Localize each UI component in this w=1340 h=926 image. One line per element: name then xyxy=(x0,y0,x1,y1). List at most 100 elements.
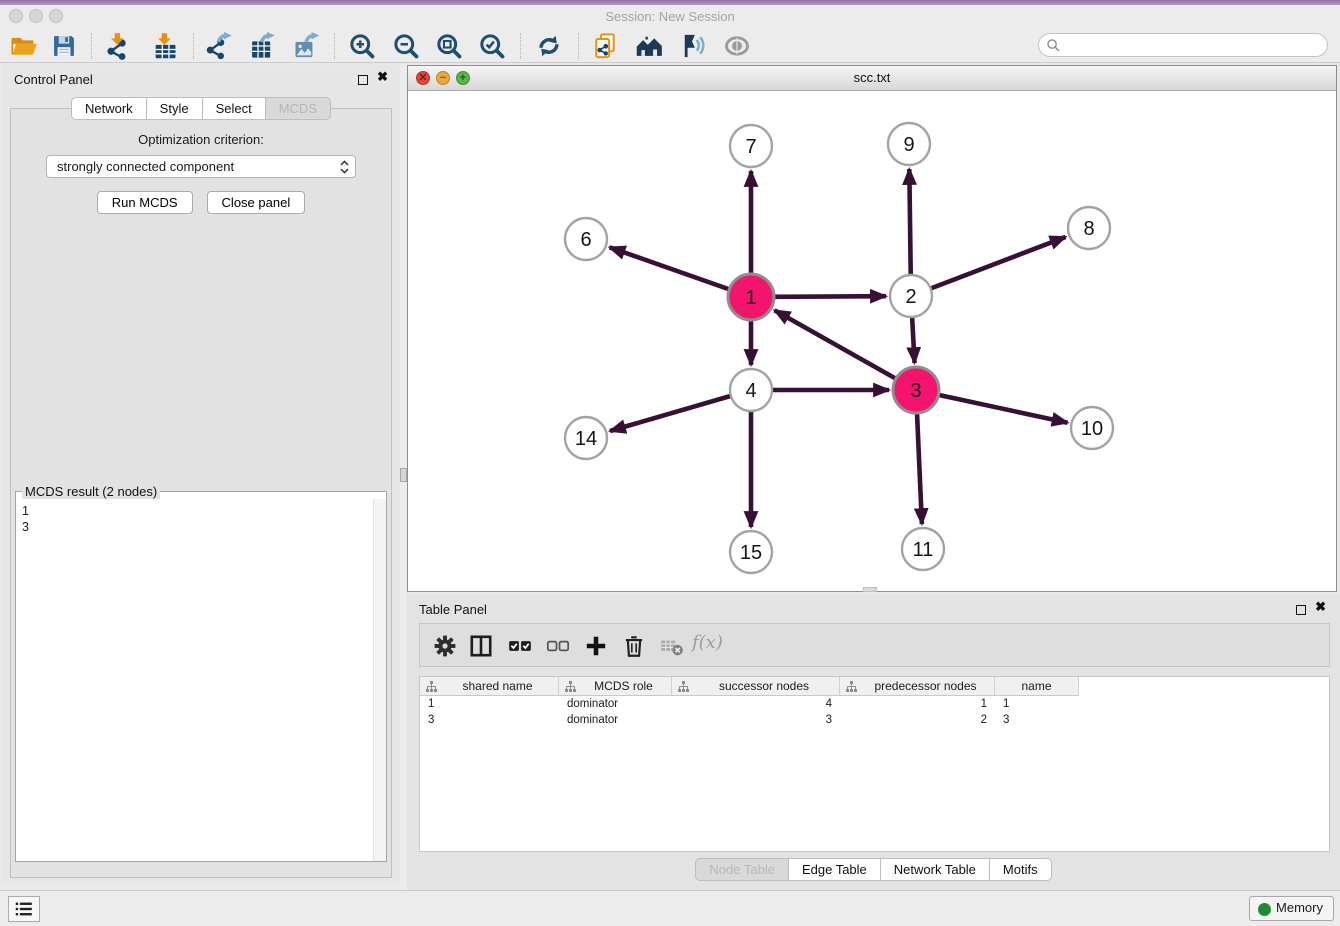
table-toolbar: f(x) xyxy=(419,623,1330,667)
app-titlebar: Session: New Session xyxy=(0,5,1340,28)
table-cell[interactable]: 1 xyxy=(420,696,559,712)
table-cell[interactable]: dominator xyxy=(559,696,672,712)
control-panel-tabs: NetworkStyleSelectMCDS xyxy=(2,97,400,120)
graph-node-9[interactable]: 9 xyxy=(888,123,930,165)
add-column-icon[interactable] xyxy=(583,633,609,659)
tab-select[interactable]: Select xyxy=(202,97,266,120)
result-scrollbar[interactable] xyxy=(373,499,386,861)
clone-network-icon[interactable] xyxy=(591,32,619,60)
table-row[interactable]: 3dominator323 xyxy=(420,712,1329,728)
table-row[interactable]: 1dominator411 xyxy=(420,696,1329,712)
graph-edge-3-10 xyxy=(938,395,1067,423)
graph-node-2[interactable]: 2 xyxy=(890,275,932,317)
table-cell[interactable]: 1 xyxy=(995,696,1079,712)
mcds-result-text[interactable]: 13 xyxy=(16,501,372,861)
svg-text:10: 10 xyxy=(1081,418,1103,440)
toolbar-separator xyxy=(193,33,194,59)
float-panel-icon[interactable] xyxy=(358,72,368,90)
tab-motifs[interactable]: Motifs xyxy=(989,858,1052,881)
graph-edge-2-8 xyxy=(931,237,1066,289)
graph-node-4[interactable]: 4 xyxy=(730,369,772,411)
table-cell[interactable]: 4 xyxy=(672,696,840,712)
column-header-name[interactable]: name xyxy=(995,677,1079,696)
show-hide-style-icon[interactable] xyxy=(678,32,706,60)
select-all-rows-icon[interactable] xyxy=(507,633,533,659)
tab-style[interactable]: Style xyxy=(146,97,203,120)
tab-node-table[interactable]: Node Table xyxy=(695,858,789,881)
splitter-grip[interactable] xyxy=(400,468,407,482)
toolbar-separator xyxy=(578,33,579,59)
search-icon xyxy=(1046,38,1061,53)
svg-text:8: 8 xyxy=(1083,218,1094,240)
delete-columns-icon[interactable] xyxy=(621,633,647,659)
table-panel-title: Table Panel xyxy=(419,602,487,617)
optimization-criterion-label: Optimization criterion: xyxy=(11,132,391,147)
open-session-icon[interactable] xyxy=(10,32,38,60)
list-icon xyxy=(13,898,35,920)
export-table-icon[interactable] xyxy=(248,32,276,60)
graph-node-11[interactable]: 11 xyxy=(902,528,944,570)
node-table: shared nameMCDS rolesuccessor nodesprede… xyxy=(419,676,1330,852)
svg-text:14: 14 xyxy=(575,428,597,450)
tab-network-table[interactable]: Network Table xyxy=(880,858,990,881)
graph-node-14[interactable]: 14 xyxy=(565,417,607,459)
tab-mcds[interactable]: MCDS xyxy=(265,97,331,120)
deselect-all-rows-icon[interactable] xyxy=(545,633,571,659)
table-cell[interactable]: 2 xyxy=(840,712,995,728)
close-panel-icon[interactable]: ✖ xyxy=(377,72,388,82)
column-header-MCDS-role[interactable]: MCDS role xyxy=(559,677,672,696)
export-image-icon[interactable] xyxy=(292,32,320,60)
run-mcds-button[interactable]: Run MCDS xyxy=(97,191,193,214)
toolbar-separator xyxy=(91,33,92,59)
function-builder-icon[interactable]: f(x) xyxy=(692,632,723,653)
float-table-panel-icon[interactable] xyxy=(1296,602,1306,620)
criterion-select[interactable]: strongly connected component xyxy=(46,155,356,178)
window-resize-grip[interactable] xyxy=(863,587,877,592)
graph-node-10[interactable]: 10 xyxy=(1071,407,1113,449)
table-mode-gear-icon[interactable] xyxy=(432,633,458,659)
table-cell[interactable]: 3 xyxy=(995,712,1079,728)
control-panel: Control Panel ✖ NetworkStyleSelectMCDS O… xyxy=(2,65,400,882)
save-session-icon[interactable] xyxy=(50,32,78,60)
column-header-successor-nodes[interactable]: successor nodes xyxy=(672,677,840,696)
svg-text:4: 4 xyxy=(745,380,756,402)
memory-button[interactable]: Memory xyxy=(1249,896,1334,921)
import-table-icon[interactable] xyxy=(151,32,179,60)
close-panel-button[interactable]: Close panel xyxy=(207,191,306,214)
column-header-predecessor-nodes[interactable]: predecessor nodes xyxy=(840,677,995,696)
table-cell[interactable]: 1 xyxy=(840,696,995,712)
tab-network[interactable]: Network xyxy=(71,97,147,120)
graph-edge-1-2 xyxy=(774,296,886,297)
network-window-titlebar[interactable]: ✕ − + scc.txt xyxy=(408,66,1336,91)
task-history-button[interactable] xyxy=(8,896,40,922)
graph-node-15[interactable]: 15 xyxy=(730,531,772,573)
zoom-fit-icon[interactable] xyxy=(435,32,463,60)
graph-node-3[interactable]: 3 xyxy=(893,367,939,413)
column-header-shared-name[interactable]: shared name xyxy=(420,677,559,696)
graph-node-6[interactable]: 6 xyxy=(565,218,607,260)
result-line: 1 xyxy=(22,503,366,519)
network-graph: 7 9 6 8 1 2 4 3 14 10 15 11 xyxy=(408,91,1336,591)
network-canvas[interactable]: 7 9 6 8 1 2 4 3 14 10 15 11 xyxy=(408,91,1336,591)
graph-node-1[interactable]: 1 xyxy=(728,274,774,320)
table-cell[interactable]: 3 xyxy=(420,712,559,728)
table-cell[interactable]: 3 xyxy=(672,712,840,728)
graph-node-8[interactable]: 8 xyxy=(1068,207,1110,249)
export-network-icon[interactable] xyxy=(205,32,233,60)
search-input[interactable] xyxy=(1065,35,1319,55)
close-table-panel-icon[interactable]: ✖ xyxy=(1315,602,1326,612)
tab-edge-table[interactable]: Edge Table xyxy=(788,858,881,881)
table-cell[interactable]: dominator xyxy=(559,712,672,728)
mcds-result-title: MCDS result (2 nodes) xyxy=(22,484,160,499)
import-network-icon[interactable] xyxy=(104,32,132,60)
zoom-out-icon[interactable] xyxy=(392,32,420,60)
graph-node-7[interactable]: 7 xyxy=(730,125,772,167)
show-hide-graphics-details-icon[interactable] xyxy=(723,32,751,60)
delete-table-icon[interactable] xyxy=(659,633,685,659)
first-neighbors-icon[interactable] xyxy=(635,32,663,60)
zoom-selected-icon[interactable] xyxy=(478,32,506,60)
zoom-in-icon[interactable] xyxy=(348,32,376,60)
vertical-splitter[interactable] xyxy=(400,65,407,890)
show-columns-icon[interactable] xyxy=(468,633,494,659)
refresh-layout-icon[interactable] xyxy=(535,32,563,60)
